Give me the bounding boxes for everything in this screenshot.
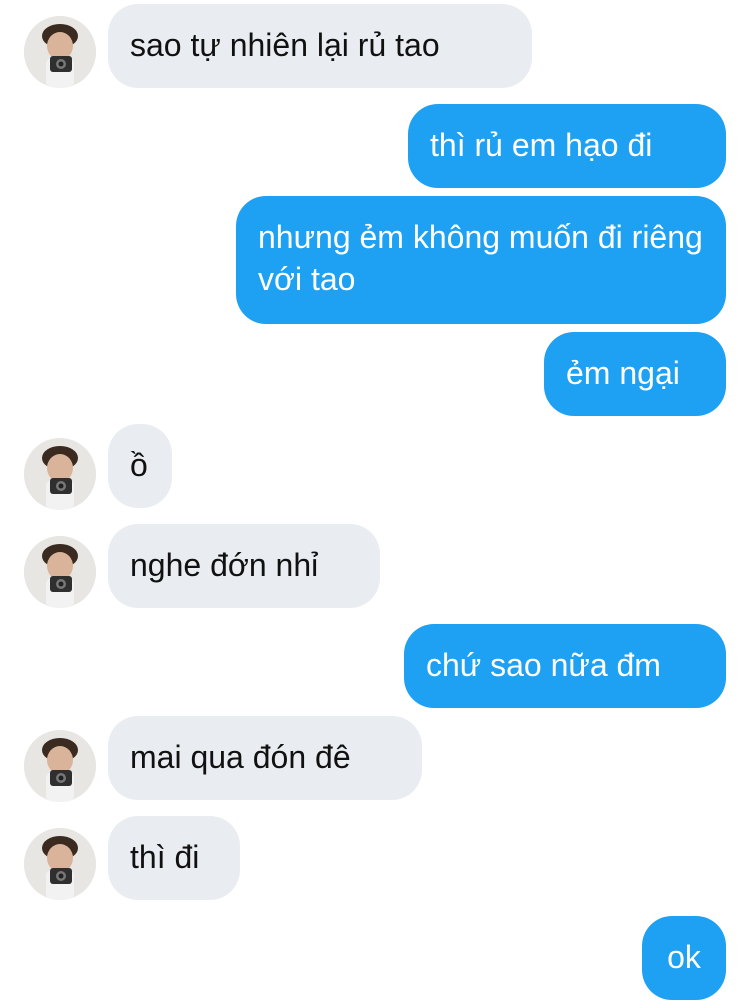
user-avatar-icon[interactable] xyxy=(24,730,96,802)
user-avatar-icon[interactable] xyxy=(24,828,96,900)
message-bubble-outgoing[interactable]: chứ sao nữa đm xyxy=(404,624,726,708)
message-bubble-incoming[interactable]: sao tự nhiên lại rủ tao xyxy=(108,4,532,88)
message-bubble-outgoing[interactable]: nhưng ẻm không muốn đi riêng với tao xyxy=(236,196,726,324)
message-bubble-incoming[interactable]: ồ xyxy=(108,424,172,508)
user-avatar-icon[interactable] xyxy=(24,438,96,510)
message-bubble-incoming[interactable]: thì đi xyxy=(108,816,240,900)
message-bubble-incoming[interactable]: nghe đớn nhỉ xyxy=(108,524,380,608)
chat-thread: sao tự nhiên lại rủ tao thì rủ em hạo đi… xyxy=(0,0,750,1008)
message-bubble-outgoing[interactable]: ẻm ngại xyxy=(544,332,726,416)
message-bubble-incoming[interactable]: mai qua đón đê xyxy=(108,716,422,800)
user-avatar-icon[interactable] xyxy=(24,536,96,608)
message-bubble-outgoing[interactable]: thì rủ em hạo đi xyxy=(408,104,726,188)
user-avatar-icon[interactable] xyxy=(24,16,96,88)
message-bubble-outgoing[interactable]: ok xyxy=(642,916,726,1000)
